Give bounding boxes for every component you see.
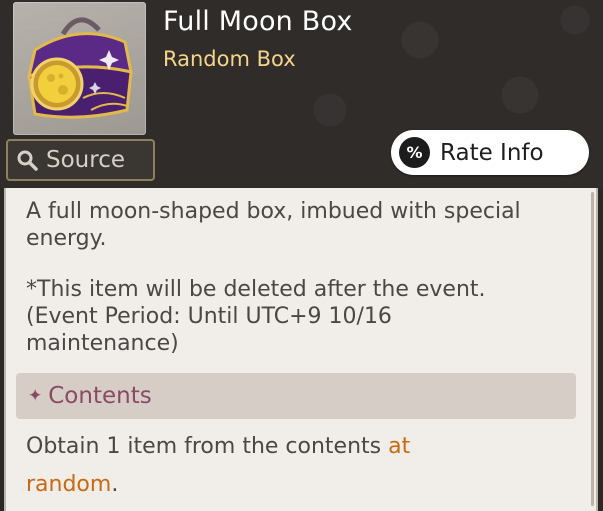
description-line: A full moon-shaped box, imbued with spec… [26,199,521,224]
item-description: A full moon-shaped box, imbued with spec… [26,198,581,252]
rate-info-button[interactable]: % Rate Info [391,130,589,175]
percent-icon: % [399,137,430,168]
contents-header: ✦ Contents [16,373,576,419]
notice-line: *This item will be deleted after the eve… [26,277,486,302]
full-moon-box-icon [26,17,133,119]
sparkle-icon: ✦ [28,386,43,406]
item-category: Random Box [163,47,296,71]
item-title: Full Moon Box [163,6,353,37]
contents-highlight: at [388,434,411,459]
notice-line: maintenance) [26,331,179,356]
contents-header-label: Contents [48,383,152,409]
contents-text: . [111,472,119,497]
contents-text: Obtain 1 item from the contents [26,434,389,459]
item-detail-panel: A full moon-shaped box, imbued with spec… [4,188,598,511]
description-line: energy. [26,226,107,251]
contents-highlight: random [26,472,112,497]
source-button-label: Source [46,147,125,173]
item-icon-frame [13,2,146,135]
source-button[interactable]: Source [6,139,155,181]
scrollbar[interactable] [591,192,594,506]
contents-description: Obtain 1 item from the contents at random… [26,428,566,504]
event-notice: *This item will be deleted after the eve… [26,276,581,357]
item-header: Full Moon Box Random Box Source % Rate I… [0,0,603,188]
search-icon [17,150,38,171]
rate-info-label: Rate Info [440,139,544,166]
notice-line: (Event Period: Until UTC+9 10/16 [26,304,392,329]
